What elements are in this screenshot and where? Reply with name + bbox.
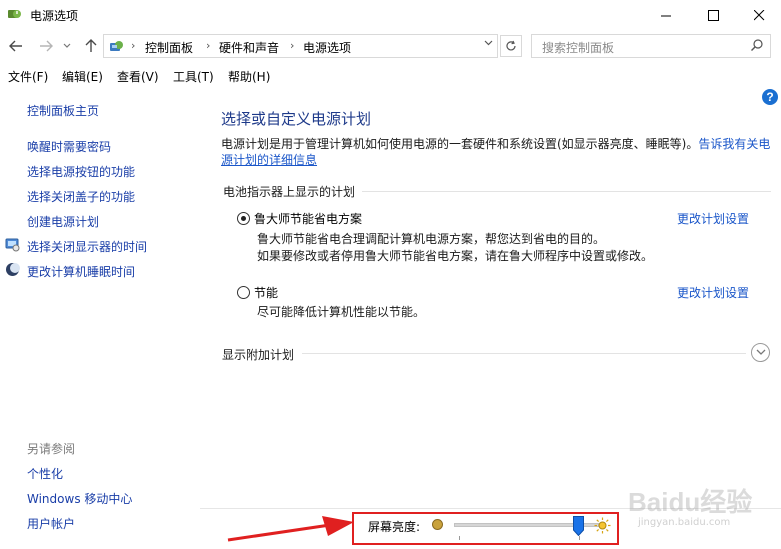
minimize-button[interactable] <box>643 0 689 30</box>
sidebar-item-create-plan[interactable]: 创建电源计划 <box>27 213 99 230</box>
close-button[interactable] <box>736 0 781 30</box>
menu-view[interactable]: 查看(V) <box>117 68 159 85</box>
see-also-mobility-center[interactable]: Windows 移动中心 <box>27 490 227 507</box>
breadcrumb-power-options[interactable]: 电源选项 <box>303 39 351 56</box>
change-plan-settings-ludashi[interactable]: 更改计划设置 <box>677 210 749 227</box>
arrow-right-icon <box>40 40 53 52</box>
battery-plans-heading: 电池指示器上显示的计划 <box>223 185 356 199</box>
sidebar-item-display-off[interactable]: 选择关闭显示器的时间 <box>27 238 147 255</box>
search-icon[interactable] <box>750 38 764 52</box>
learn-more-link[interactable]: 告诉我有关电 <box>698 137 770 151</box>
arrow-left-icon <box>9 40 22 52</box>
control-panel-icon <box>110 41 123 51</box>
page-description: 电源计划是用于管理计算机如何使用电源的一套硬件和系统设置(如显示器亮度、睡眠等)… <box>221 136 771 168</box>
breadcrumb-separator-icon: › <box>290 39 295 52</box>
search-input[interactable]: 搜索控制面板 <box>542 39 614 56</box>
plan-desc-ludashi-line2: 如果要修改或者停用鲁大师节能省电方案，请在鲁大师程序中设置或修改。 <box>257 249 654 263</box>
menu-edit[interactable]: 编辑(E) <box>62 68 103 85</box>
forward-button[interactable] <box>35 35 57 57</box>
plan-radio-ludashi[interactable] <box>237 212 250 225</box>
power-options-icon <box>8 10 21 18</box>
menu-tools[interactable]: 工具(T) <box>173 68 214 85</box>
control-panel-home-link[interactable]: 控制面板主页 <box>27 102 99 119</box>
change-plan-settings-power-saver[interactable]: 更改计划设置 <box>677 284 749 301</box>
sidebar-item-power-button[interactable]: 选择电源按钮的功能 <box>27 163 135 180</box>
see-also-personalization[interactable]: 个性化 <box>27 465 227 482</box>
arrow-up-icon <box>85 39 97 52</box>
recent-locations-button[interactable] <box>60 35 74 57</box>
breadcrumb-hardware-sound[interactable]: 硬件和声音 <box>219 39 279 56</box>
search-box[interactable]: 搜索控制面板 <box>531 34 771 58</box>
window-title: 电源选项 <box>30 9 79 23</box>
refresh-button[interactable] <box>500 35 522 57</box>
minimize-icon <box>660 15 671 16</box>
section-divider <box>302 353 746 354</box>
help-icon[interactable]: ? <box>762 89 778 105</box>
plan-name-power-saver[interactable]: 节能 <box>254 284 278 301</box>
page-title: 选择或自定义电源计划 <box>221 110 372 128</box>
breadcrumb-control-panel[interactable]: 控制面板 <box>145 39 193 56</box>
address-bar[interactable]: › 控制面板 › 硬件和声音 › 电源选项 <box>103 34 498 58</box>
see-also-user-accounts[interactable]: 用户帐户 <box>27 515 227 532</box>
plan-desc-ludashi-line1: 鲁大师节能省电合理调配计算机电源方案，帮您达到省电的目的。 <box>257 232 606 246</box>
menu-file[interactable]: 文件(F) <box>8 68 48 85</box>
sidebar-item-wake-password[interactable]: 唤醒时需要密码 <box>27 138 111 155</box>
menu-help[interactable]: 帮助(H) <box>228 68 270 85</box>
up-button[interactable] <box>80 35 102 57</box>
maximize-button[interactable] <box>690 0 736 30</box>
expand-additional-plans-button[interactable] <box>751 343 770 362</box>
breadcrumb-separator-icon: › <box>131 39 136 52</box>
chevron-down-icon <box>63 43 71 48</box>
menu-bar: 文件(F) 编辑(E) 查看(V) 工具(T) 帮助(H) <box>0 64 781 86</box>
watermark-logo: Baidu经验 <box>628 487 753 517</box>
description-text: 电源计划是用于管理计算机如何使用电源的一套硬件和系统设置(如显示器亮度、睡眠等)… <box>221 137 699 151</box>
annotation-highlight-box <box>352 512 619 545</box>
chevron-down-icon <box>484 40 493 46</box>
section-divider <box>362 191 771 192</box>
address-row: › 控制面板 › 硬件和声音 › 电源选项 搜索控制面板 <box>0 31 781 61</box>
see-also-heading: 另请参阅 <box>27 442 76 456</box>
plan-radio-power-saver[interactable] <box>237 286 250 299</box>
breadcrumb-separator-icon: › <box>206 39 211 52</box>
plan-name-ludashi[interactable]: 鲁大师节能省电方案 <box>254 210 362 227</box>
learn-more-link-continued[interactable]: 源计划的详细信息 <box>221 153 317 167</box>
moon-icon <box>6 263 20 276</box>
address-dropdown[interactable] <box>484 38 493 49</box>
close-icon <box>753 9 764 20</box>
sidebar-item-sleep-time[interactable]: 更改计算机睡眠时间 <box>27 263 135 280</box>
sidebar-item-lid-close[interactable]: 选择关闭盖子的功能 <box>27 188 135 205</box>
watermark-url: jingyan.baidu.com <box>638 517 731 528</box>
chevron-down-icon <box>756 349 765 355</box>
show-additional-plans-label[interactable]: 显示附加计划 <box>222 346 294 363</box>
title-bar: 电源选项 <box>0 0 781 30</box>
maximize-icon <box>707 9 719 21</box>
plan-desc-power-saver: 尽可能降低计算机性能以节能。 <box>257 305 426 319</box>
annotation-arrow <box>227 516 354 542</box>
back-button[interactable] <box>5 35 27 57</box>
monitor-icon <box>5 238 20 252</box>
refresh-icon <box>506 40 516 51</box>
